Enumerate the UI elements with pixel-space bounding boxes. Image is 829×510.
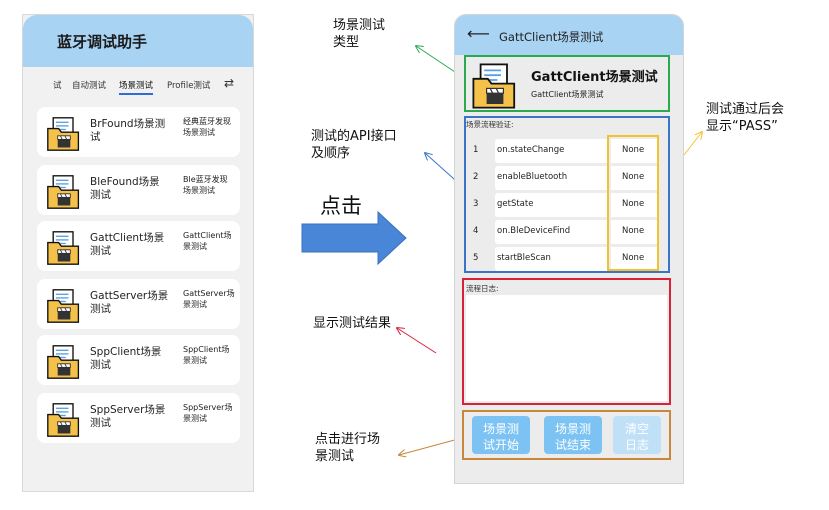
annotation-lines	[0, 0, 829, 510]
detail-header: ⟵ GattClient场景测试	[455, 15, 683, 55]
detail-title: GattClient场景测试	[499, 30, 604, 44]
scene-detail-phone: ⟵ GattClient场景测试 GattClient场景测试 GattClie…	[454, 14, 684, 484]
back-arrow-icon[interactable]: ⟵	[467, 24, 490, 43]
log-highlight	[462, 278, 671, 405]
scene-type-highlight	[464, 55, 670, 112]
buttons-highlight	[462, 410, 671, 460]
result-column-highlight	[607, 135, 659, 271]
